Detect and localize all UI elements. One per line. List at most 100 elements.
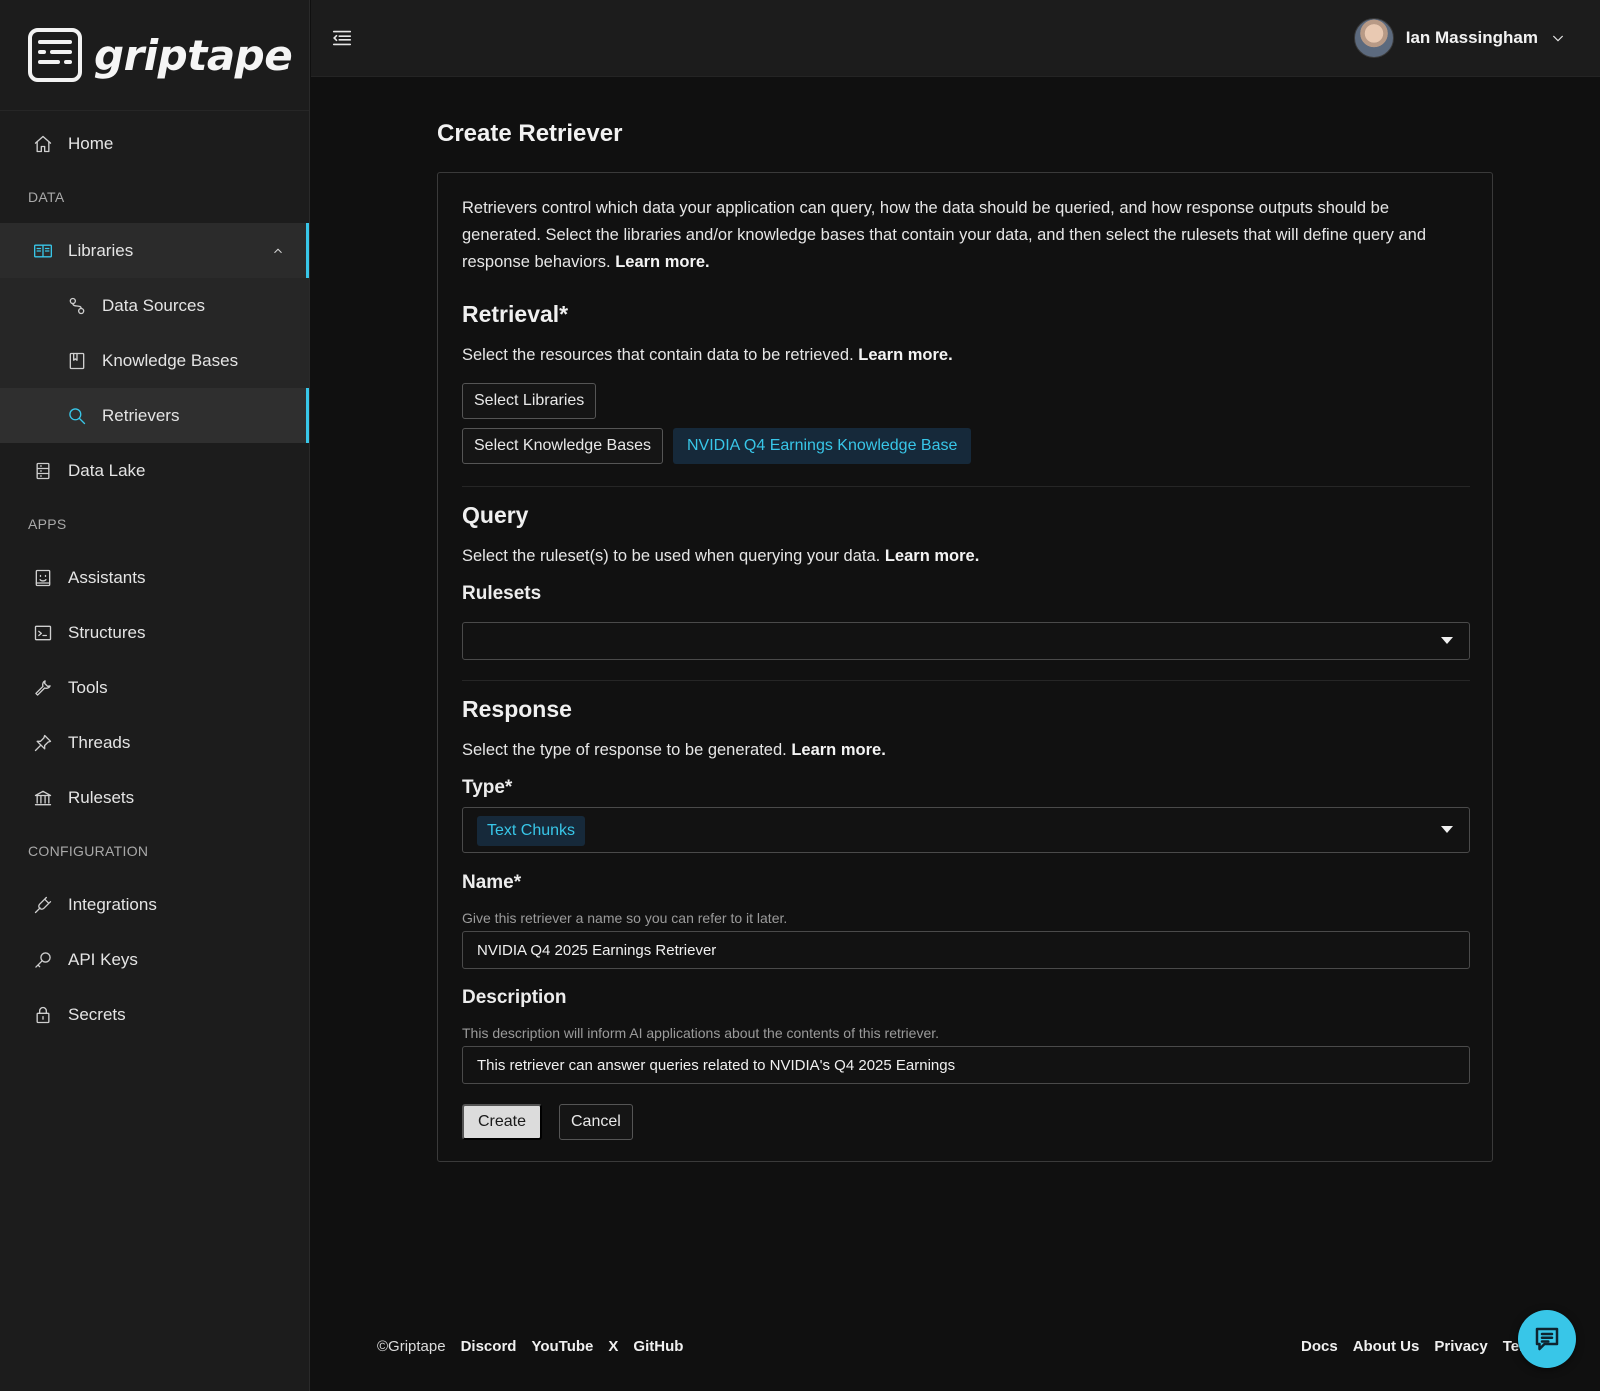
query-description: Select the ruleset(s) to be used when qu… — [462, 547, 979, 566]
sidebar-item-retrievers[interactable]: Retrievers — [0, 388, 309, 443]
plug-icon — [32, 894, 54, 916]
sidebar-item-tools[interactable]: Tools — [0, 660, 309, 715]
rulesets-select[interactable] — [462, 622, 1470, 660]
sidebar-item-knowledge-bases[interactable]: Knowledge Bases — [0, 333, 309, 388]
collapse-sidebar-icon[interactable] — [331, 27, 353, 49]
sidebar-item-label: Threads — [68, 732, 131, 752]
learn-more-link[interactable]: Learn more. — [615, 253, 709, 271]
sidebar: griptape Home DATA Libraries Data Source… — [0, 0, 310, 1391]
brand-logo[interactable]: griptape — [0, 0, 309, 111]
selected-knowledge-base-chip[interactable]: NVIDIA Q4 Earnings Knowledge Base — [673, 428, 972, 464]
lock-icon — [32, 1004, 54, 1026]
griptape-logo-icon — [28, 28, 82, 82]
sidebar-item-api-keys[interactable]: API Keys — [0, 932, 309, 987]
type-select[interactable]: Text Chunks — [462, 807, 1470, 853]
create-button[interactable]: Create — [462, 1104, 543, 1140]
description-label: Description — [462, 987, 567, 1008]
sidebar-item-label: Libraries — [68, 240, 134, 260]
query-description-text: Select the ruleset(s) to be used when qu… — [462, 547, 881, 565]
sidebar-item-label: Rulesets — [68, 787, 135, 807]
wrench-icon — [32, 677, 54, 699]
section-label-configuration: CONFIGURATION — [28, 843, 149, 859]
avatar — [1353, 18, 1394, 58]
home-icon — [32, 133, 54, 155]
sidebar-item-label: Tools — [68, 677, 108, 697]
sidebar-item-home[interactable]: Home — [0, 116, 309, 171]
footer-link-youtube[interactable]: YouTube — [531, 1338, 593, 1355]
brand-name: griptape — [94, 30, 293, 80]
app-frame: griptape Home DATA Libraries Data Source… — [0, 0, 1600, 1391]
assistant-icon — [32, 567, 54, 589]
response-description: Select the type of response to be genera… — [462, 741, 886, 760]
learn-more-link[interactable]: Learn more. — [791, 741, 885, 759]
response-heading: Response — [462, 696, 572, 722]
footer-link-discord[interactable]: Discord — [461, 1338, 517, 1355]
sidebar-item-data-lake[interactable]: Data Lake — [0, 443, 309, 498]
sidebar-item-rulesets[interactable]: Rulesets — [0, 770, 309, 825]
user-name: Ian Massingham — [1405, 28, 1538, 47]
footer-link-x[interactable]: X — [608, 1338, 618, 1355]
key-icon — [32, 949, 54, 971]
bookmark-book-icon — [66, 350, 88, 372]
response-description-text: Select the type of response to be genera… — [462, 741, 787, 759]
description-input[interactable]: This retriever can answer queries relate… — [462, 1046, 1470, 1084]
select-knowledge-bases-button[interactable]: Select Knowledge Bases — [462, 428, 663, 464]
page-title: Create Retriever — [437, 120, 623, 147]
sidebar-item-threads[interactable]: Threads — [0, 715, 309, 770]
retrieval-description-text: Select the resources that contain data t… — [462, 346, 854, 364]
type-label: Type* — [462, 777, 513, 798]
book-open-icon — [32, 240, 54, 262]
sidebar-item-assistants[interactable]: Assistants — [0, 550, 309, 605]
retrieval-description: Select the resources that contain data t… — [462, 346, 953, 365]
footer-link-docs[interactable]: Docs — [1301, 1338, 1338, 1355]
retrieval-heading: Retrieval* — [462, 301, 569, 327]
chat-icon — [1535, 1327, 1559, 1351]
sidebar-item-label: Data Lake — [68, 460, 146, 480]
description-hint: This description will inform AI applicat… — [462, 1025, 940, 1041]
name-hint: Give this retriever a name so you can re… — [462, 910, 788, 926]
rulesets-label: Rulesets — [462, 583, 542, 604]
footer-link-github[interactable]: GitHub — [633, 1338, 683, 1355]
pin-icon — [32, 732, 54, 754]
caret-down-icon — [1441, 637, 1453, 644]
section-label-data: DATA — [28, 189, 65, 205]
query-heading: Query — [462, 502, 529, 528]
learn-more-link[interactable]: Learn more. — [858, 346, 952, 364]
footer-link-privacy[interactable]: Privacy — [1434, 1338, 1487, 1355]
create-retriever-form: Retrievers control which data your appli… — [437, 172, 1493, 1162]
sidebar-nav: Home DATA Libraries Data Sources Knowled… — [0, 116, 309, 1042]
footer-link-about[interactable]: About Us — [1353, 1338, 1420, 1355]
section-label-apps: APPS — [28, 516, 67, 532]
sidebar-item-integrations[interactable]: Integrations — [0, 877, 309, 932]
database-icon — [32, 460, 54, 482]
sidebar-item-label: Structures — [68, 622, 146, 642]
sidebar-item-label: Knowledge Bases — [102, 350, 239, 370]
sidebar-item-label: Secrets — [68, 1004, 126, 1024]
data-sources-icon — [66, 295, 88, 317]
learn-more-link[interactable]: Learn more. — [885, 547, 979, 565]
chevron-up-icon[interactable] — [271, 243, 285, 257]
institution-icon — [32, 787, 54, 809]
divider — [462, 680, 1470, 681]
copyright: ©Griptape — [377, 1338, 446, 1355]
select-libraries-button[interactable]: Select Libraries — [462, 383, 597, 419]
sidebar-item-label: Integrations — [68, 894, 157, 914]
sidebar-item-secrets[interactable]: Secrets — [0, 987, 309, 1042]
chat-support-button[interactable] — [1518, 1310, 1576, 1368]
chevron-down-icon — [1550, 30, 1566, 46]
sidebar-item-label: API Keys — [68, 949, 138, 969]
search-icon — [66, 405, 88, 427]
sidebar-item-label: Data Sources — [102, 295, 205, 315]
sidebar-item-label: Retrievers — [102, 405, 180, 425]
type-value-chip: Text Chunks — [477, 816, 586, 846]
terminal-icon — [32, 622, 54, 644]
cancel-button[interactable]: Cancel — [559, 1104, 633, 1140]
sidebar-item-label: Assistants — [68, 567, 146, 587]
name-input[interactable]: NVIDIA Q4 2025 Earnings Retriever — [462, 931, 1470, 969]
sidebar-item-data-sources[interactable]: Data Sources — [0, 278, 309, 333]
top-bar: Ian Massingham — [311, 0, 1600, 77]
sidebar-item-libraries[interactable]: Libraries — [0, 223, 309, 278]
name-label: Name* — [462, 872, 522, 893]
user-menu[interactable]: Ian Massingham — [1353, 18, 1566, 58]
sidebar-item-structures[interactable]: Structures — [0, 605, 309, 660]
